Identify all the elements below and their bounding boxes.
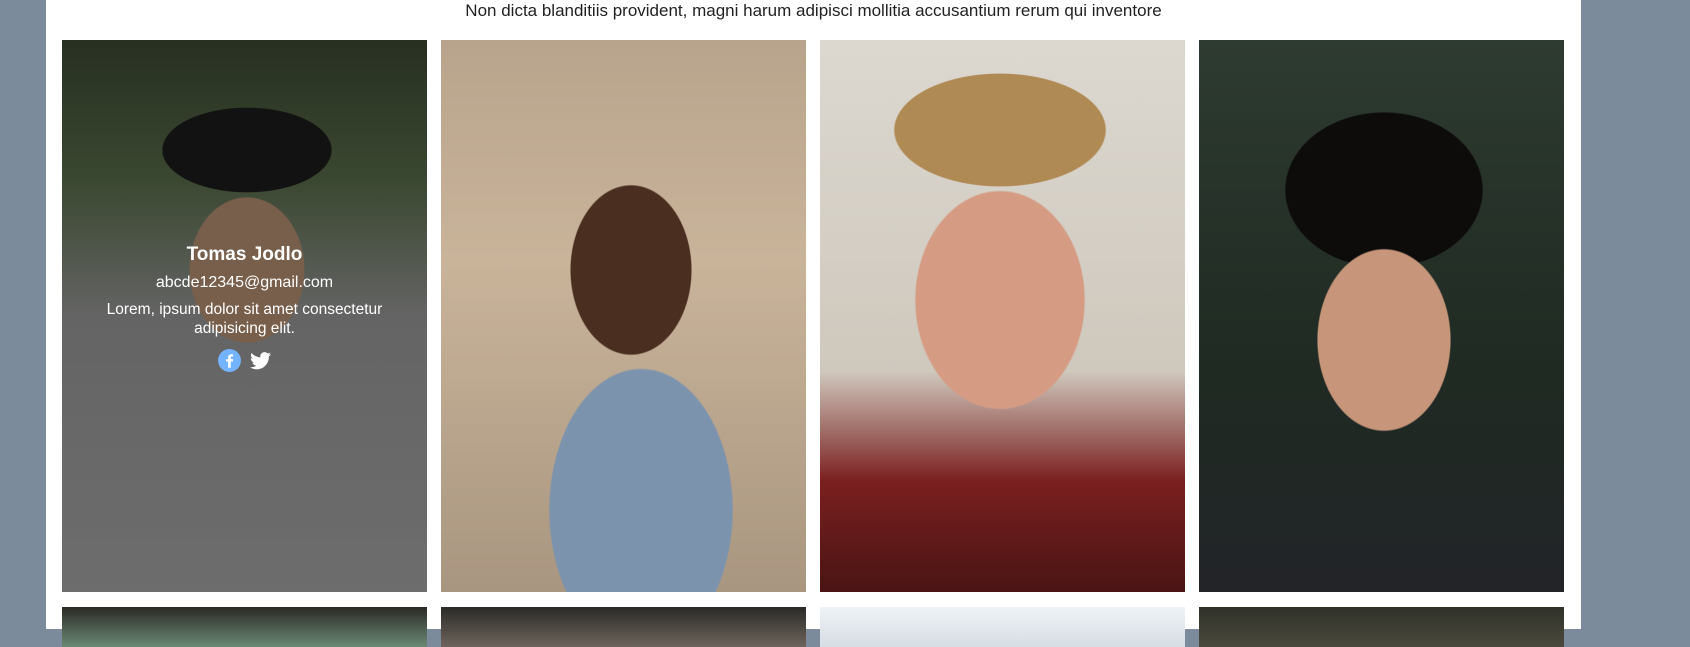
team-member-photo (1199, 40, 1564, 592)
team-member-photo (820, 607, 1185, 647)
team-card[interactable] (1199, 40, 1564, 592)
team-card[interactable] (62, 607, 427, 647)
team-card-featured[interactable]: Tomas Jodlo abcde12345@gmail.com Lorem, … (62, 40, 427, 592)
team-member-bio: Lorem, ipsum dolor sit amet consectetur … (106, 301, 383, 337)
team-grid: Tomas Jodlo abcde12345@gmail.com Lorem, … (62, 40, 1564, 647)
team-member-photo (441, 607, 806, 647)
twitter-icon[interactable] (248, 348, 273, 373)
team-card[interactable] (441, 607, 806, 647)
team-member-info: Tomas Jodlo abcde12345@gmail.com Lorem, … (62, 244, 427, 373)
team-member-email[interactable]: abcde12345@gmail.com (80, 274, 409, 292)
team-member-photo (441, 40, 806, 592)
section-subtitle: Non dicta blanditiis provident, magni ha… (465, 1, 1162, 20)
team-member-name: Tomas Jodlo (186, 244, 303, 265)
team-card[interactable] (820, 607, 1185, 647)
team-card[interactable] (820, 40, 1185, 592)
team-member-photo (820, 40, 1185, 592)
team-member-photo (62, 607, 427, 647)
facebook-icon[interactable] (217, 348, 242, 373)
social-links (80, 348, 409, 373)
team-member-photo (1199, 607, 1564, 647)
team-card[interactable] (1199, 607, 1564, 647)
team-card[interactable] (441, 40, 806, 592)
team-section: Non dicta blanditiis provident, magni ha… (46, 0, 1581, 647)
